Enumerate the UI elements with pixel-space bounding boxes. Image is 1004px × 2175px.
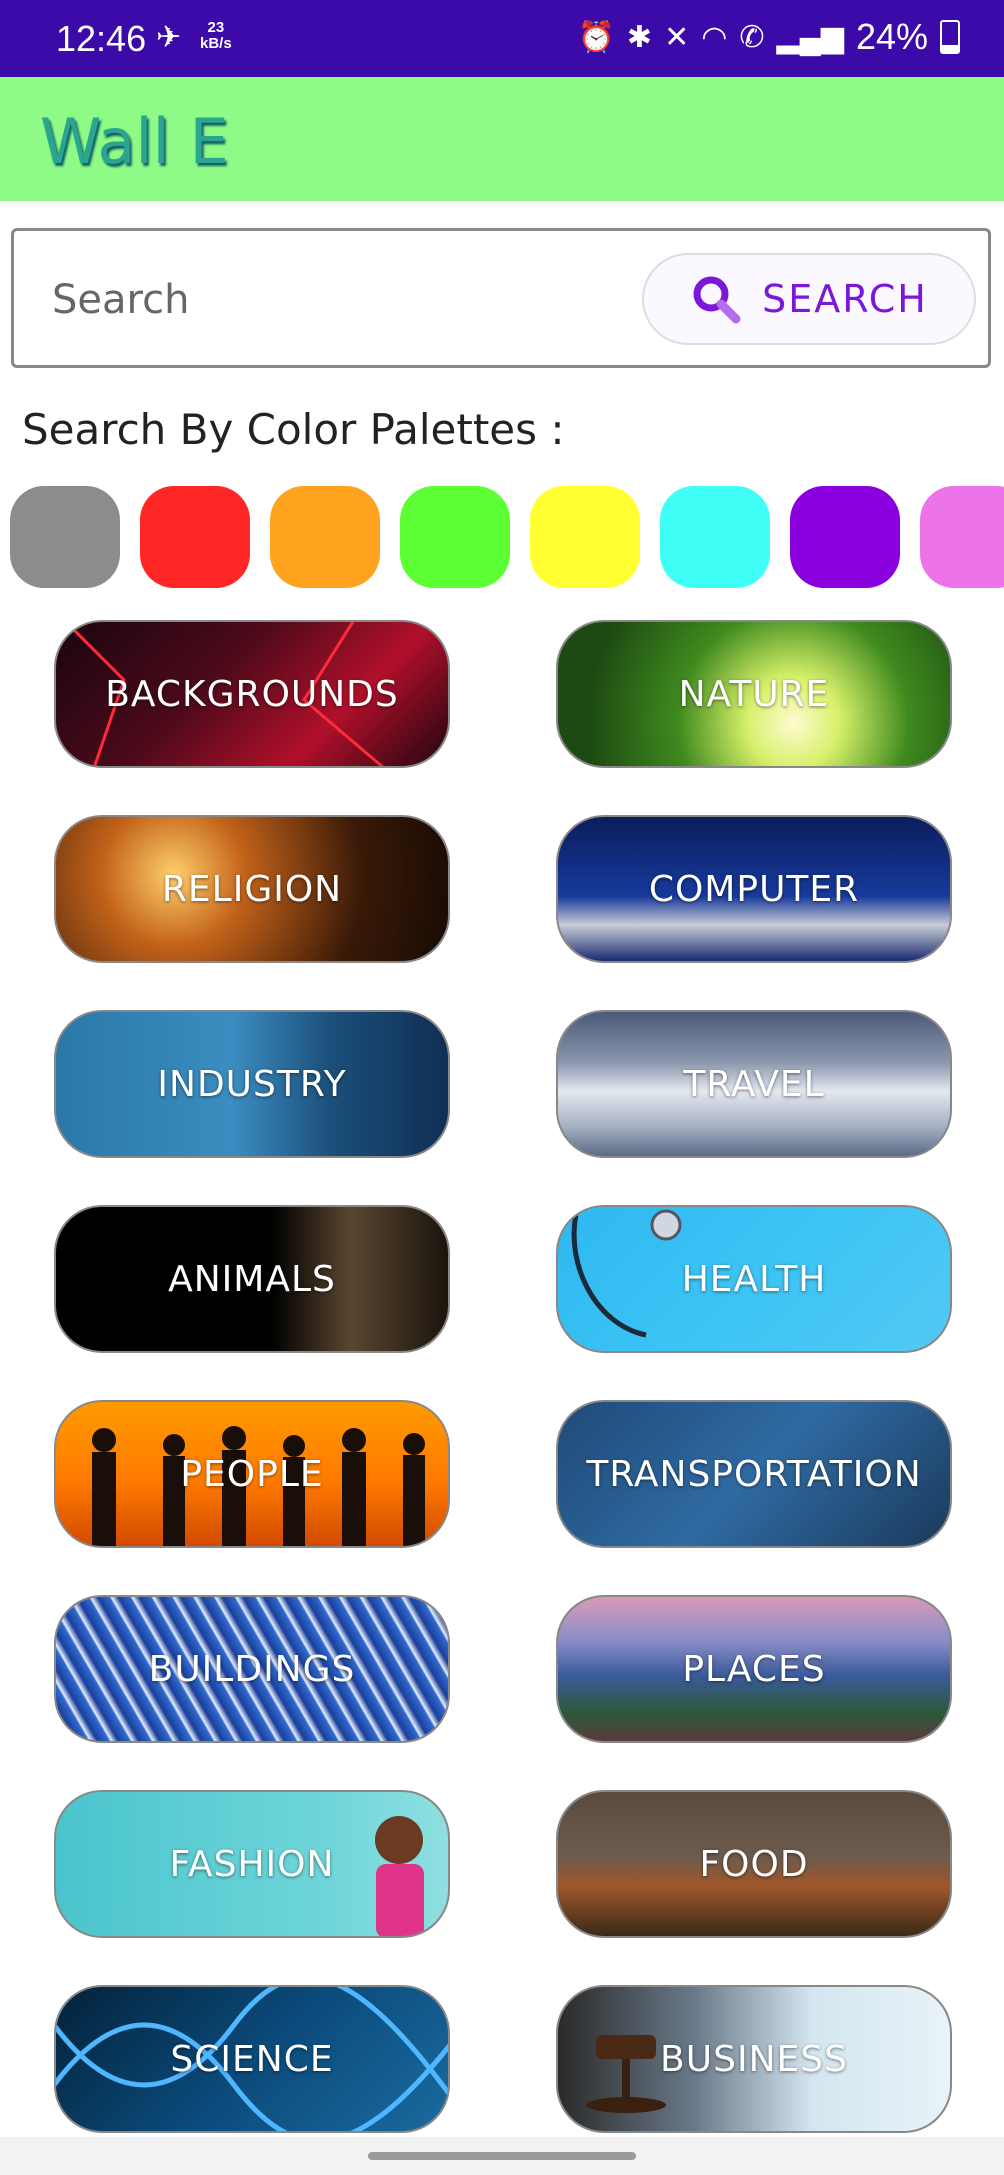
category-places[interactable]: PLACES <box>556 1595 952 1743</box>
search-button-label: SEARCH <box>762 277 928 321</box>
category-label: FOOD <box>699 1843 809 1885</box>
home-gesture-handle[interactable] <box>368 2152 636 2160</box>
app-bar: Wall E <box>0 77 1004 201</box>
category-label: PEOPLE <box>180 1453 324 1495</box>
battery-percent: 24% <box>855 16 928 57</box>
network-rate-value: 23 <box>207 19 225 36</box>
color-swatch-yellow[interactable] <box>530 486 640 588</box>
color-swatch-orange[interactable] <box>270 486 380 588</box>
system-nav-bar <box>0 2137 1004 2175</box>
category-label: PLACES <box>682 1648 826 1690</box>
status-bar: 12:46 ✈ 23 kB/s ⏰ ✱ ✕ ◠ ✆ ▂▄▆ 24% <box>0 0 1004 77</box>
category-label: INDUSTRY <box>157 1063 347 1105</box>
category-fashion[interactable]: FASHION <box>54 1790 450 1938</box>
category-people[interactable]: PEOPLE <box>54 1400 450 1548</box>
category-food[interactable]: FOOD <box>556 1790 952 1938</box>
category-science[interactable]: SCIENCE <box>54 1985 450 2133</box>
category-grid: BACKGROUNDS NATURE RELIGION COMPUTER IND… <box>0 620 1004 2150</box>
palette-title: Search By Color Palettes : <box>22 405 565 454</box>
color-swatch-pink[interactable] <box>920 486 1004 588</box>
color-swatch-cyan[interactable] <box>660 486 770 588</box>
bluetooth-icon: ✱ <box>626 20 653 54</box>
category-buildings[interactable]: BUILDINGS <box>54 1595 450 1743</box>
category-label: ANIMALS <box>168 1258 336 1300</box>
wifi-icon: ◠ <box>701 20 728 54</box>
category-computer[interactable]: COMPUTER <box>556 815 952 963</box>
category-label: HEALTH <box>681 1258 827 1300</box>
category-religion[interactable]: RELIGION <box>54 815 450 963</box>
wifi-calling-icon: ✆ <box>739 20 765 54</box>
category-animals[interactable]: ANIMALS <box>54 1205 450 1353</box>
category-label: FASHION <box>169 1843 335 1885</box>
battery-icon <box>940 20 960 54</box>
category-label: BACKGROUNDS <box>105 673 399 715</box>
category-label: BUILDINGS <box>148 1648 356 1690</box>
category-label: SCIENCE <box>170 2038 334 2080</box>
category-business[interactable]: BUSINESS <box>556 1985 952 2133</box>
status-time: 12:46 <box>56 18 147 59</box>
category-health[interactable]: HEALTH <box>556 1205 952 1353</box>
category-label: COMPUTER <box>648 868 860 910</box>
category-travel[interactable]: TRAVEL <box>556 1010 952 1158</box>
category-label: TRAVEL <box>683 1063 825 1105</box>
category-label: TRANSPORTATION <box>586 1453 922 1495</box>
search-box: SEARCH <box>11 228 991 368</box>
color-swatch-green[interactable] <box>400 486 510 588</box>
category-label: BUSINESS <box>660 2038 848 2080</box>
category-industry[interactable]: INDUSTRY <box>54 1010 450 1158</box>
alarm-icon: ⏰ <box>577 20 615 54</box>
category-label: NATURE <box>678 673 830 715</box>
network-rate: 23 kB/s <box>200 20 232 52</box>
app-title: Wall E <box>40 105 229 178</box>
category-transportation[interactable]: TRANSPORTATION <box>556 1400 952 1548</box>
color-swatch-red[interactable] <box>140 486 250 588</box>
color-swatch-gray[interactable] <box>10 486 120 588</box>
status-icons: ⏰ ✱ ✕ ◠ ✆ ▂▄▆ 24% <box>578 16 960 58</box>
color-palette-row <box>10 486 1004 588</box>
search-button[interactable]: SEARCH <box>642 253 976 345</box>
search-input[interactable] <box>50 271 614 329</box>
network-speed-icon: ✈ <box>156 21 182 54</box>
vibrate-off-icon: ✕ <box>664 20 690 54</box>
category-backgrounds[interactable]: BACKGROUNDS <box>54 620 450 768</box>
category-nature[interactable]: NATURE <box>556 620 952 768</box>
search-icon <box>693 276 741 324</box>
category-label: RELIGION <box>161 868 343 910</box>
network-rate-unit: kB/s <box>200 35 232 52</box>
signal-icon: ▂▄▆ <box>776 20 844 54</box>
color-swatch-purple[interactable] <box>790 486 900 588</box>
